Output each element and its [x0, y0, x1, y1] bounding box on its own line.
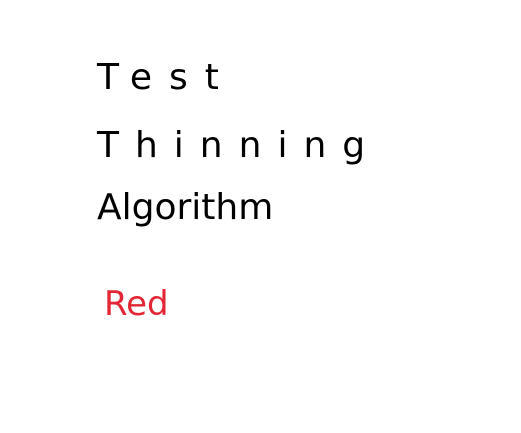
text-line-red: Red [104, 284, 169, 324]
text-line-test: Test [97, 57, 236, 98]
text-line-thinning: Thinning [97, 125, 382, 166]
text-line-algorithm: Algorithm [97, 187, 274, 228]
